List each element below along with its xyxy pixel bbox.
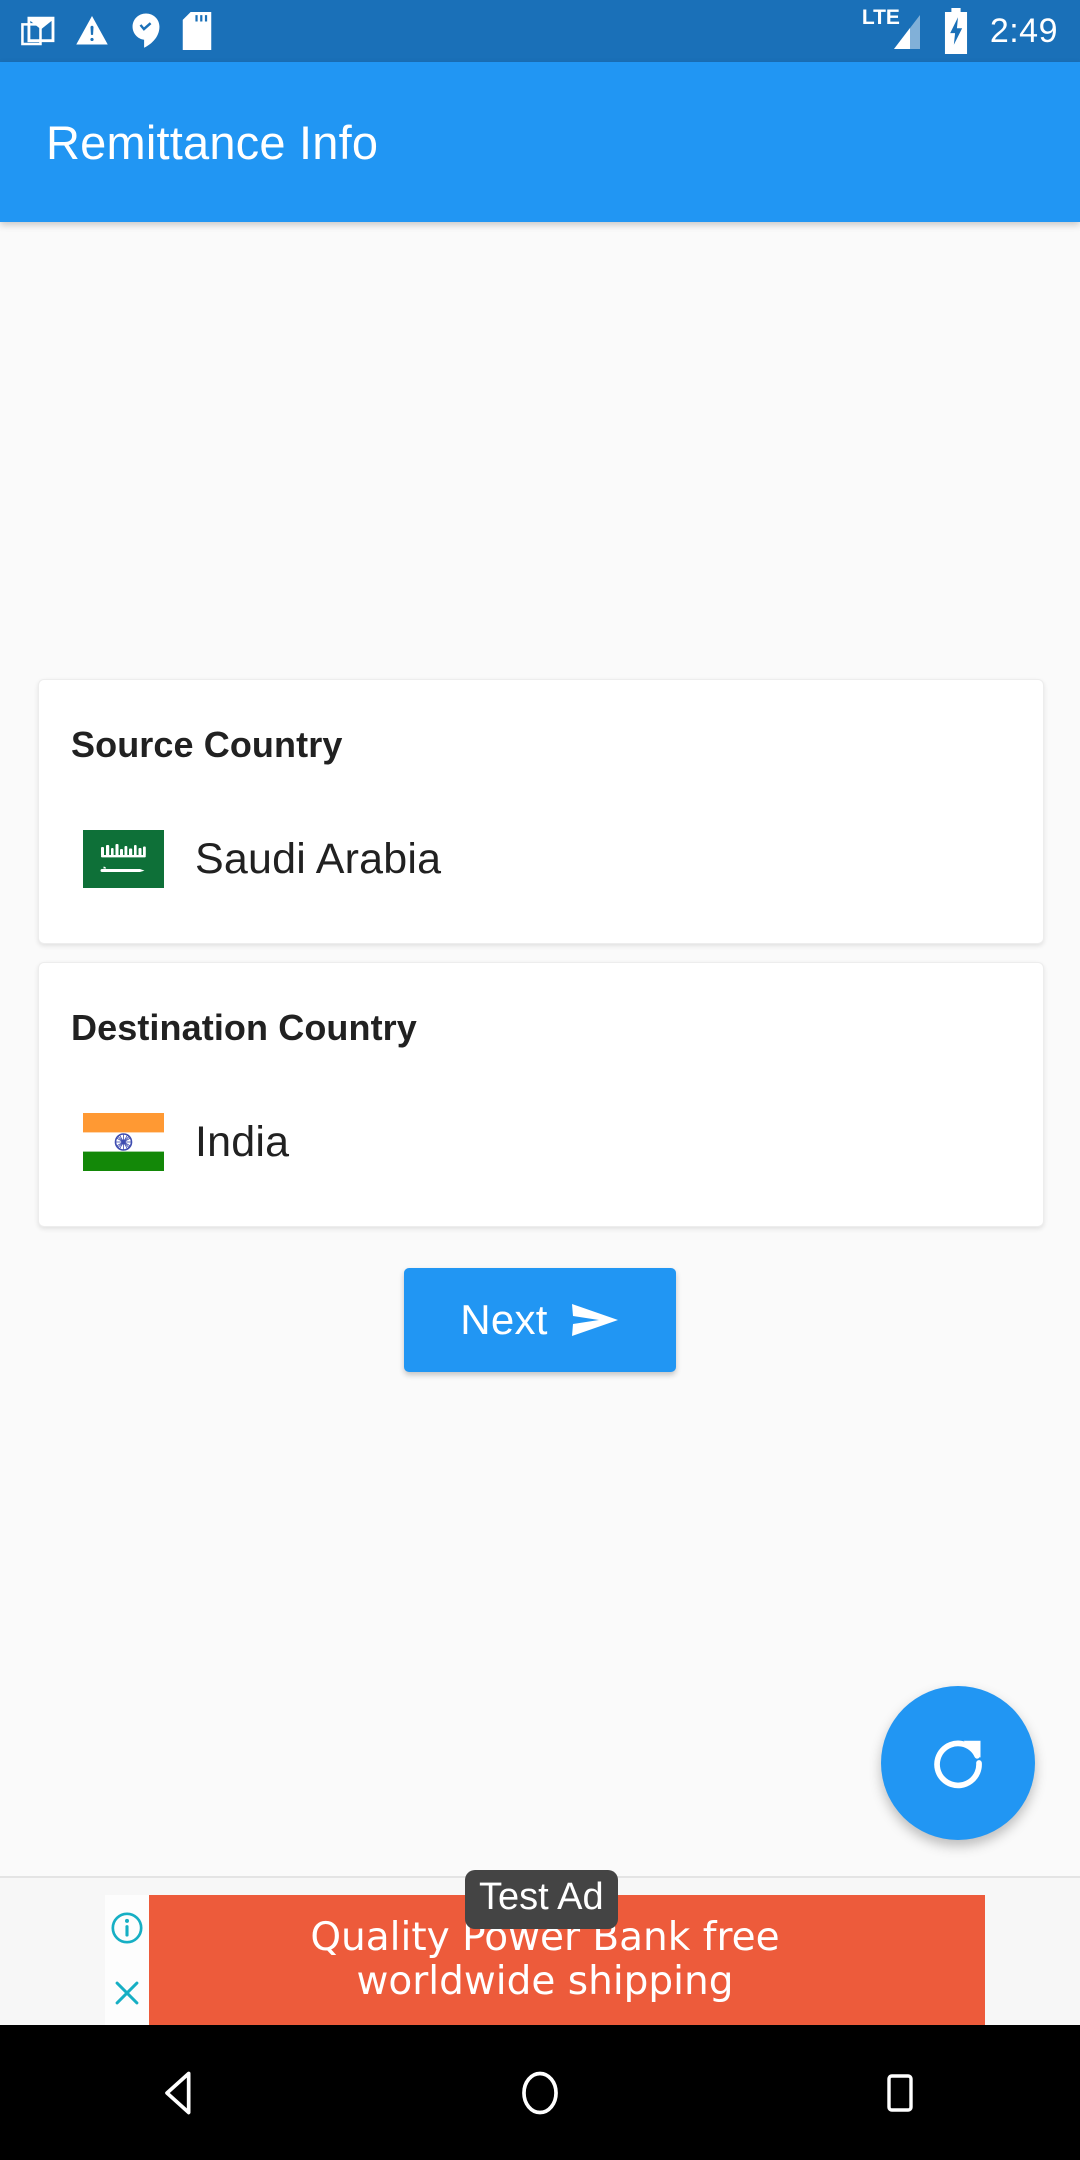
main-content: Source Country Saudi Arabia Destination … <box>0 222 1080 1878</box>
ad-test-badge: Test Ad <box>465 1870 618 1929</box>
refresh-fab-button[interactable] <box>881 1686 1035 1840</box>
status-bar-notification-icons <box>18 12 864 50</box>
info-icon <box>111 1911 143 1944</box>
status-bar-clock: 2:49 <box>989 11 1058 50</box>
ad-close-button[interactable] <box>105 1960 149 2025</box>
source-country-card[interactable]: Source Country Saudi Arabia <box>38 679 1044 944</box>
saudi-arabia-flag-icon <box>83 830 164 888</box>
hangouts-icon <box>132 13 160 48</box>
app-bar: Remittance Info <box>0 62 1080 222</box>
next-button-label: Next <box>460 1296 548 1343</box>
source-country-row[interactable]: Saudi Arabia <box>83 830 441 888</box>
send-icon <box>571 1304 618 1336</box>
warning-icon <box>76 16 108 45</box>
phone-screen: LTE 2:49 Remittance Info Source Country <box>0 0 1080 2160</box>
ad-region: Quality Power Bank free worldwide shippi… <box>0 1870 1080 2025</box>
ad-controls <box>105 1895 149 2025</box>
source-country-value: Saudi Arabia <box>195 834 442 883</box>
source-country-label: Source Country <box>71 724 343 765</box>
android-navigation-bar <box>0 2025 1080 2160</box>
page-title: Remittance Info <box>46 115 379 169</box>
next-button[interactable]: Next <box>404 1268 676 1372</box>
destination-country-label: Destination Country <box>71 1007 417 1048</box>
close-icon <box>115 1981 139 2004</box>
battery-charging-icon <box>944 8 967 54</box>
sd-card-icon <box>182 12 212 50</box>
nav-back-button[interactable] <box>105 2025 255 2160</box>
destination-country-value: India <box>195 1117 290 1166</box>
ad-info-button[interactable] <box>105 1895 149 1960</box>
india-flag-icon <box>83 1113 164 1171</box>
status-bar-system-icons: LTE 2:49 <box>862 6 1058 54</box>
home-icon <box>522 2071 558 2114</box>
ad-line-2: worldwide shipping <box>356 1959 734 2004</box>
destination-country-row[interactable]: India <box>83 1113 289 1171</box>
status-bar: LTE 2:49 <box>0 0 1080 62</box>
signal-icon: LTE <box>862 6 926 53</box>
nav-recents-button[interactable] <box>825 2025 975 2160</box>
recents-icon <box>887 2073 913 2112</box>
refresh-icon <box>934 1740 982 1789</box>
nav-home-button[interactable] <box>465 2025 615 2160</box>
gmail-icon <box>21 16 55 46</box>
destination-country-card[interactable]: Destination Country India <box>38 962 1044 1227</box>
back-icon <box>165 2071 191 2114</box>
